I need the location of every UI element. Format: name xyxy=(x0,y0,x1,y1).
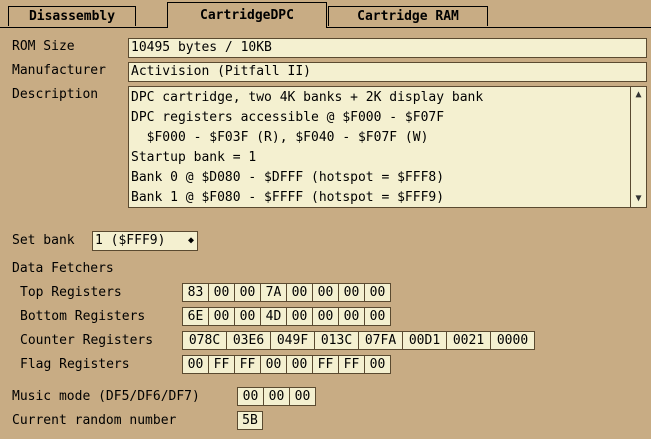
bottom-register-cell[interactable]: 00 xyxy=(286,307,313,326)
description-line: Bank 0 @ $D080 - $DFFF (hotspot = $FFF8) xyxy=(131,170,445,185)
music-mode-label: Music mode (DF5/DF6/DF7) xyxy=(12,389,200,404)
flag-register-cell[interactable]: 00 xyxy=(182,355,209,374)
top-register-cell[interactable]: 00 xyxy=(364,283,391,302)
flag-register-cell[interactable]: FF xyxy=(312,355,339,374)
bottom-register-cell[interactable]: 4D xyxy=(260,307,287,326)
tab-divider xyxy=(327,27,651,28)
top-register-cell[interactable]: 00 xyxy=(286,283,313,302)
counter-registers-label: Counter Registers xyxy=(20,333,154,348)
manufacturer-field: Activision (Pitfall II) xyxy=(128,62,647,82)
flag-registers-label: Flag Registers xyxy=(20,357,130,372)
top-register-cell[interactable]: 83 xyxy=(182,283,209,302)
rom-size-field: 10495 bytes / 10KB xyxy=(128,38,647,58)
top-register-cell[interactable]: 7A xyxy=(260,283,287,302)
bottom-register-cell[interactable]: 00 xyxy=(338,307,365,326)
top-register-cell[interactable]: 00 xyxy=(234,283,261,302)
counter-register-cell[interactable]: 0021 xyxy=(446,331,491,350)
flag-register-cell[interactable]: FF xyxy=(234,355,261,374)
scroll-up-arrow-icon[interactable]: ▲ xyxy=(631,87,646,103)
bottom-register-cell[interactable]: 6E xyxy=(182,307,209,326)
flag-register-cell[interactable]: 00 xyxy=(364,355,391,374)
counter-register-cell[interactable]: 0000 xyxy=(490,331,535,350)
description-line: DPC cartridge, two 4K banks + 2K display… xyxy=(131,90,484,105)
counter-register-cell[interactable]: 013C xyxy=(314,331,359,350)
flag-register-cell[interactable]: FF xyxy=(208,355,235,374)
rom-size-label: ROM Size xyxy=(12,39,75,54)
top-registers-label: Top Registers xyxy=(20,285,122,300)
data-fetchers-title: Data Fetchers xyxy=(12,261,114,276)
counter-register-cell[interactable]: 07FA xyxy=(358,331,403,350)
counter-register-cell[interactable]: 078C xyxy=(182,331,227,350)
music-mode-cell[interactable]: 00 xyxy=(289,387,316,406)
counter-register-cell[interactable]: 049F xyxy=(270,331,315,350)
description-box[interactable]: DPC cartridge, two 4K banks + 2K display… xyxy=(128,86,647,208)
description-scrollbar[interactable]: ▲ ▼ xyxy=(630,87,646,207)
tab-disassembly[interactable]: Disassembly xyxy=(8,6,136,26)
random-number-field[interactable]: 5B xyxy=(237,411,263,430)
top-register-cell[interactable]: 00 xyxy=(312,283,339,302)
scroll-down-arrow-icon[interactable]: ▼ xyxy=(631,191,646,207)
description-line: Startup bank = 1 xyxy=(131,150,257,165)
description-line: $F000 - $F03F (R), $F040 - $F07F (W) xyxy=(131,130,429,145)
tab-divider xyxy=(0,27,167,28)
tab-cartridge-ram[interactable]: Cartridge RAM xyxy=(328,6,488,26)
bottom-register-cell[interactable]: 00 xyxy=(208,307,235,326)
description-label: Description xyxy=(12,87,99,102)
manufacturer-label: Manufacturer xyxy=(12,63,106,78)
description-line: Bank 1 @ $F080 - $FFFF (hotspot = $FFF9) xyxy=(131,190,445,205)
set-bank-label: Set bank xyxy=(12,233,75,248)
tab-cartridge-dpc[interactable]: CartridgeDPC xyxy=(167,2,327,28)
bottom-register-cell[interactable]: 00 xyxy=(364,307,391,326)
flag-register-cell[interactable]: FF xyxy=(338,355,365,374)
bottom-register-cell[interactable]: 00 xyxy=(234,307,261,326)
description-line: DPC registers accessible @ $F000 - $F07F xyxy=(131,110,445,125)
random-number-label: Current random number xyxy=(12,413,177,428)
top-register-cell[interactable]: 00 xyxy=(208,283,235,302)
counter-register-cell[interactable]: 03E6 xyxy=(226,331,271,350)
chevron-updown-icon: ◆ xyxy=(187,235,194,246)
tab-bar: Disassembly CartridgeDPC Cartridge RAM xyxy=(0,0,651,28)
bank-select[interactable]: 1 ($FFF9) ◆ xyxy=(92,231,198,251)
counter-register-cell[interactable]: 00D1 xyxy=(402,331,447,350)
bank-select-value: 1 ($FFF9) xyxy=(95,233,166,248)
bottom-registers-label: Bottom Registers xyxy=(20,309,146,324)
flag-register-cell[interactable]: 00 xyxy=(260,355,287,374)
top-register-cell[interactable]: 00 xyxy=(338,283,365,302)
music-mode-cell[interactable]: 00 xyxy=(263,387,290,406)
music-mode-cell[interactable]: 00 xyxy=(237,387,264,406)
flag-register-cell[interactable]: 00 xyxy=(286,355,313,374)
bottom-register-cell[interactable]: 00 xyxy=(312,307,339,326)
